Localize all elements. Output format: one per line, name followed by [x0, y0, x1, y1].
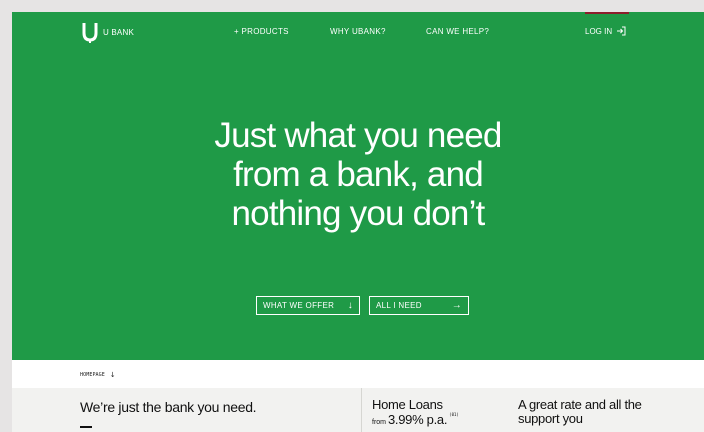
home-loans-footnote-ref[interactable]: (01)	[449, 412, 459, 417]
browser-viewport: U BANK + PRODUCTS WHY UBANK? CAN WE HELP…	[12, 12, 704, 432]
nav-products-link[interactable]: + PRODUCTS	[234, 27, 289, 36]
hero-cta-group: WHAT WE OFFER ↓ ALL I NEED →	[256, 296, 469, 316]
promo-text: A great rate and all the support you	[518, 397, 642, 426]
home-loans-title: Home Loans	[372, 397, 443, 412]
intro-section: We’re just the bank you need. Home Loans…	[12, 388, 704, 432]
home-loans-card[interactable]: Home Loans from 3.99% p.a. (01)	[372, 397, 459, 428]
arrow-right-icon: →	[451, 299, 462, 311]
column-divider	[361, 388, 362, 432]
what-we-offer-label: WHAT WE OFFER	[263, 301, 335, 310]
breadcrumb[interactable]: HOMEPAGE ↓	[80, 371, 116, 379]
login-button[interactable]: LOG IN	[585, 26, 626, 36]
home-loans-rate-line: from 3.99% p.a. (01)	[372, 412, 459, 427]
hero-section: U BANK + PRODUCTS WHY UBANK? CAN WE HELP…	[12, 12, 704, 360]
breadcrumb-bar: HOMEPAGE ↓	[12, 360, 704, 388]
nav-help-link[interactable]: CAN WE HELP?	[426, 27, 489, 36]
headline-line-3: nothing you don’t	[231, 194, 485, 233]
home-loans-from: from	[372, 419, 386, 426]
login-icon	[617, 26, 626, 36]
breadcrumb-label: HOMEPAGE	[80, 372, 105, 378]
brand-name: U BANK	[103, 27, 134, 37]
nav-why-ubank-link[interactable]: WHY UBANK?	[330, 27, 386, 36]
headline-line-1: Just what you need	[214, 116, 502, 155]
what-we-offer-button[interactable]: WHAT WE OFFER ↓	[256, 296, 360, 315]
arrow-down-icon: ↓	[109, 371, 116, 379]
brand-logo-link[interactable]: U BANK	[82, 21, 134, 43]
headline-line-2: from a bank, and	[233, 155, 484, 194]
arrow-down-icon: ↓	[347, 299, 353, 311]
intro-heading: We’re just the bank you need.	[80, 399, 257, 415]
login-label: LOG IN	[585, 26, 613, 36]
top-navigation: U BANK + PRODUCTS WHY UBANK? CAN WE HELP…	[12, 12, 704, 52]
intro-marker	[80, 426, 92, 428]
all-i-need-button[interactable]: ALL I NEED →	[369, 296, 469, 315]
u-logo-icon	[82, 23, 98, 43]
home-loans-rate: 3.99% p.a.	[388, 412, 448, 427]
login-accent-bar	[585, 12, 629, 14]
all-i-need-label: ALL I NEED	[376, 301, 422, 310]
hero-headline: Just what you need from a bank, and noth…	[12, 116, 704, 233]
